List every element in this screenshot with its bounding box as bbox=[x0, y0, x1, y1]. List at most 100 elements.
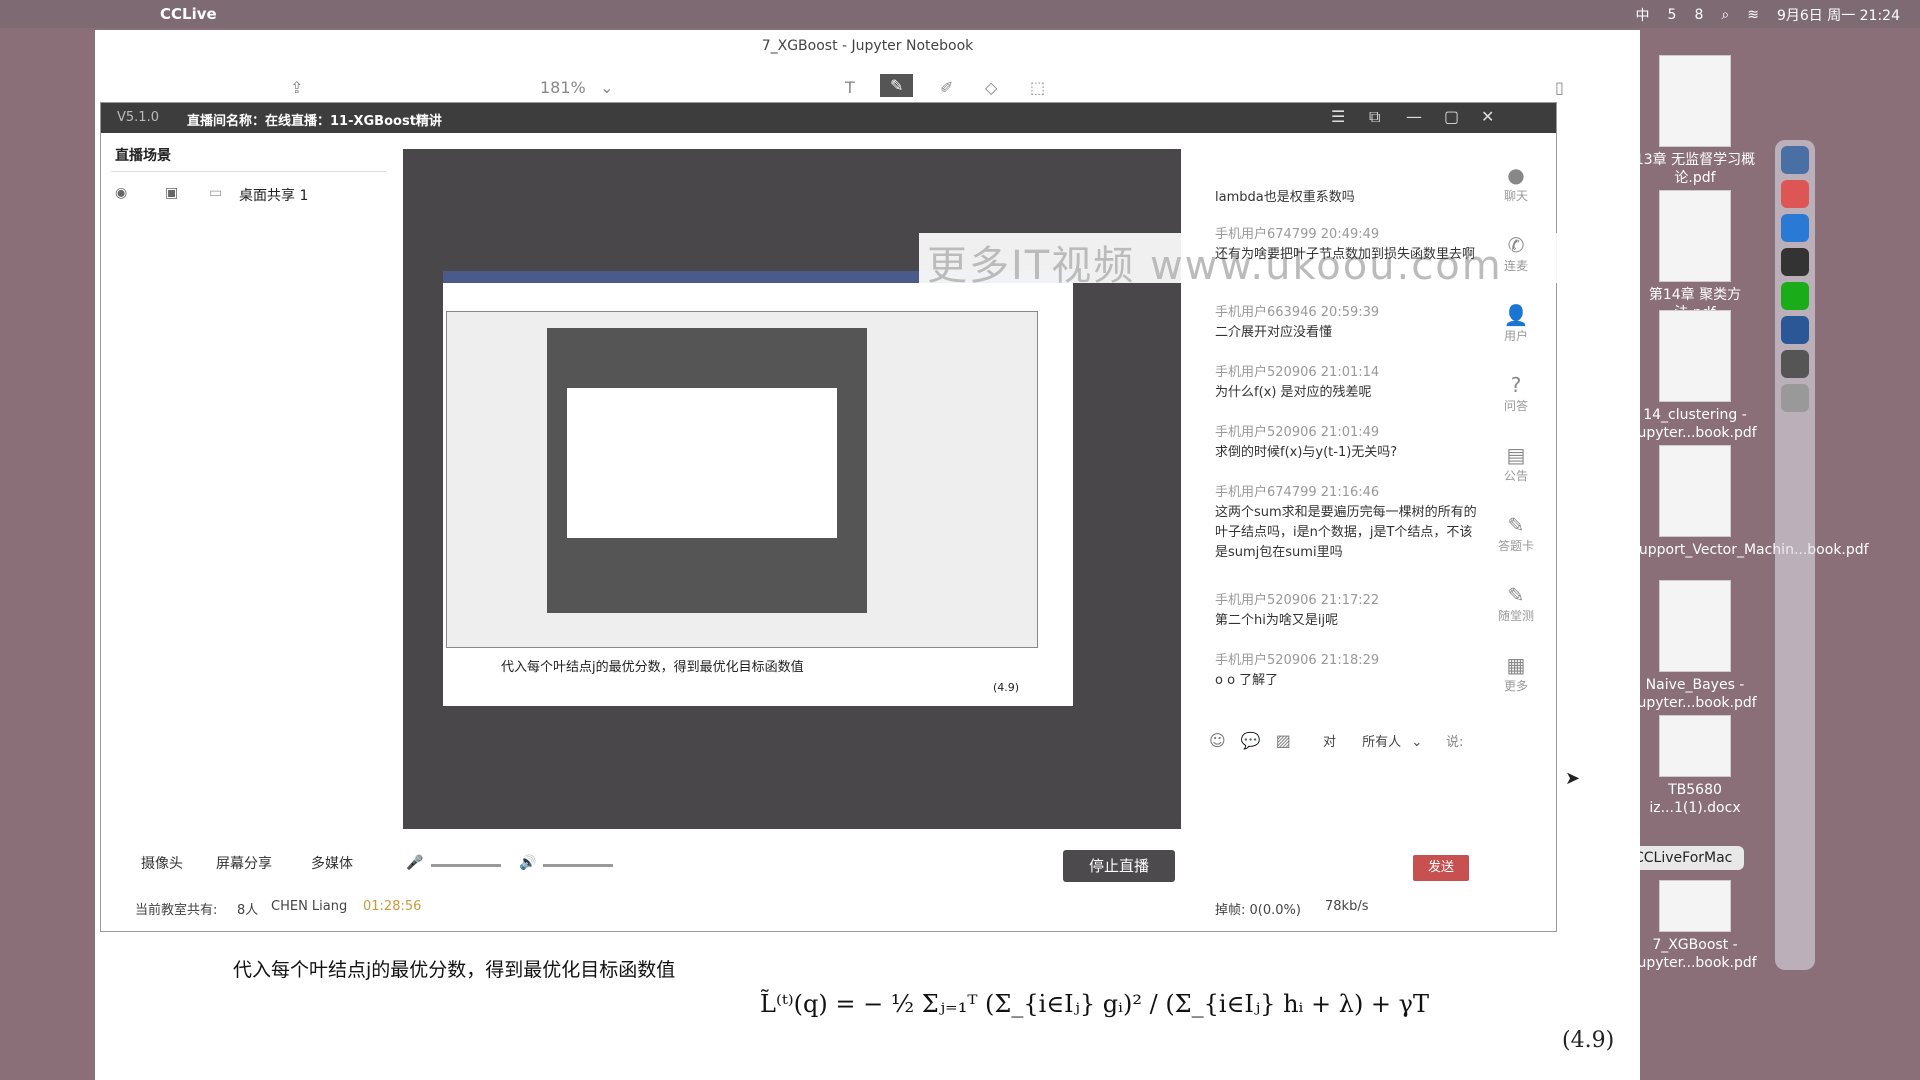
dock bbox=[1775, 140, 1815, 970]
microphone-slider[interactable] bbox=[431, 864, 501, 867]
side-nav-quiz[interactable]: ✎ 随堂测 bbox=[1486, 583, 1546, 624]
dock-app-icon[interactable] bbox=[1781, 146, 1809, 174]
document-formula: L̃⁽ᵗ⁾(q) = − ½ Σⱼ₌₁ᵀ (Σ_{i∈Iⱼ} gᵢ)² / (Σ… bbox=[760, 990, 1430, 1018]
stop-live-button[interactable]: 停止直播 bbox=[1063, 850, 1175, 882]
desktop-file[interactable]: Naive_Bayes - Jupyter...book.pdf bbox=[1630, 580, 1760, 712]
desktop-file[interactable]: 7_XGBoost - Jupyter...book.pdf bbox=[1630, 880, 1760, 972]
chat-message: 手机用户520906 21:17:22 第二个hi为啥又是ij呢 bbox=[1215, 591, 1485, 631]
scene-header: 直播场景 bbox=[115, 148, 171, 164]
speaker-icon[interactable]: 🔊 bbox=[519, 855, 536, 871]
chevron-down-icon[interactable]: ⌄ bbox=[1411, 735, 1422, 750]
dock-app-icon[interactable] bbox=[1781, 350, 1809, 378]
file-thumbnail bbox=[1659, 55, 1731, 147]
message-time: 21:01:49 bbox=[1320, 425, 1380, 440]
microphone-icon[interactable]: 🎤 bbox=[406, 855, 423, 871]
minimize-icon[interactable]: — bbox=[1406, 107, 1422, 126]
dock-app-icon[interactable] bbox=[1781, 180, 1809, 208]
preview-equation-number: (4.9) bbox=[993, 681, 1020, 694]
chat-input[interactable] bbox=[1209, 763, 1529, 833]
side-nav-label: 更多 bbox=[1503, 679, 1528, 693]
chat-tools: ☺ 💬 ▨ bbox=[1209, 731, 1291, 750]
wifi-icon[interactable]: ≋ bbox=[1747, 7, 1759, 23]
dock-app-icon[interactable] bbox=[1781, 248, 1809, 276]
highlighter-icon[interactable]: ✐ bbox=[940, 78, 953, 97]
scene-item-label: 桌面共享 1 bbox=[239, 188, 309, 204]
pen-tool-icon[interactable]: ✎ bbox=[880, 74, 914, 97]
search-icon[interactable]: ⌕ bbox=[1721, 7, 1729, 23]
chat-target: 对 所有人 ⌄ bbox=[1323, 731, 1422, 750]
file-label: 13章 无监督学习概论.pdf bbox=[1634, 152, 1756, 186]
desktop-file[interactable]: 第14章 聚类方法.pdf bbox=[1630, 190, 1760, 322]
close-icon[interactable]: ✕ bbox=[1481, 107, 1494, 126]
send-button[interactable]: 发送 bbox=[1413, 855, 1469, 881]
cclive-header: V5.1.0 直播间名称：在线直播：11-XGBoost精讲 ☰ ⧉ — ▢ ✕ bbox=[101, 103, 1556, 133]
side-nav-answer-card[interactable]: ✎ 答题卡 bbox=[1486, 513, 1546, 554]
desktop-file[interactable]: 14_clustering - Jupyter...book.pdf bbox=[1630, 310, 1760, 442]
zoom-level[interactable]: 181% bbox=[540, 78, 586, 97]
side-nav-label: 用户 bbox=[1503, 329, 1528, 343]
multimedia-button[interactable]: 多媒体 bbox=[311, 853, 353, 873]
image-icon[interactable]: ▨ bbox=[1276, 731, 1291, 750]
input-method-indicator[interactable]: 中 bbox=[1636, 5, 1650, 25]
side-nav-mic[interactable]: ✆ 连麦 bbox=[1486, 233, 1546, 274]
screen-share-button[interactable]: 屏幕分享 bbox=[216, 853, 272, 873]
menu-icon[interactable]: ☰ bbox=[1331, 107, 1345, 126]
notification-badge-1[interactable]: 5 bbox=[1668, 7, 1677, 23]
desktop-file[interactable]: 13章 无监督学习概论.pdf bbox=[1630, 55, 1760, 187]
menu-clock[interactable]: 9月6日 周一 21:24 bbox=[1777, 5, 1900, 25]
message-text: 为什么f(x) 是对应的残差呢 bbox=[1215, 385, 1372, 400]
side-nav-qa[interactable]: ? 问答 bbox=[1486, 373, 1546, 414]
chat-message: 手机用户520906 21:18:29 o o 了解了 bbox=[1215, 651, 1485, 691]
file-label: Support_Vector_Machin...book.pdf bbox=[1630, 542, 1869, 558]
eraser-icon[interactable]: ◇ bbox=[985, 78, 997, 97]
quick-reply-icon[interactable]: 💬 bbox=[1241, 731, 1261, 750]
camera-button[interactable]: 摄像头 bbox=[141, 853, 183, 873]
sidebar-toggle-icon[interactable]: ▯ bbox=[1555, 78, 1564, 97]
lock-icon[interactable]: ▣ bbox=[165, 185, 178, 201]
share-icon[interactable]: ⇪ bbox=[290, 78, 303, 97]
menu-bar: CCLive 中 5 8 ⌕ ≋ 9月6日 周一 21:24 bbox=[0, 0, 1920, 28]
text-tool-icon[interactable]: T bbox=[845, 78, 855, 97]
dock-app-icon[interactable] bbox=[1781, 214, 1809, 242]
menu-app-name[interactable]: CCLive bbox=[160, 5, 217, 23]
chat-target-select[interactable]: 所有人 bbox=[1362, 735, 1401, 750]
emoji-icon[interactable]: ☺ bbox=[1209, 731, 1226, 750]
dock-app-icon[interactable] bbox=[1781, 316, 1809, 344]
shared-screen-preview: 代入每个叶结点j的最优分数，得到最优化目标函数值 (4.9) bbox=[443, 271, 1073, 706]
users-label: 当前教室共有: bbox=[135, 903, 218, 918]
chat-message: 手机用户520906 21:01:49 求倒的时候f(x)与y(t-1)无关吗? bbox=[1215, 423, 1485, 463]
dock-app-icon[interactable] bbox=[1781, 282, 1809, 310]
chevron-down-icon[interactable]: ⌄ bbox=[600, 78, 613, 97]
preview-text: 代入每个叶结点j的最优分数，得到最优化目标函数值 bbox=[501, 660, 804, 675]
file-thumbnail bbox=[1659, 310, 1731, 402]
message-user: 手机用户520906 bbox=[1215, 365, 1317, 380]
selection-icon[interactable]: ⬚ bbox=[1030, 78, 1045, 97]
eye-icon[interactable]: ◉ bbox=[115, 185, 127, 201]
side-nav-announcement[interactable]: ▤ 公告 bbox=[1486, 443, 1546, 484]
message-time: 21:17:22 bbox=[1320, 593, 1380, 608]
bitrate: 78kb/s bbox=[1325, 899, 1369, 914]
menu-status-area: 中 5 8 ⌕ ≋ 9月6日 周一 21:24 bbox=[1636, 5, 1900, 25]
teacher-name: CHEN Liang bbox=[271, 899, 348, 914]
desktop-file[interactable]: Support_Vector_Machin...book.pdf bbox=[1630, 445, 1869, 559]
side-nav-users[interactable]: 👤 用户 bbox=[1486, 303, 1546, 344]
message-user: 手机用户520906 bbox=[1215, 653, 1317, 668]
notification-badge-2[interactable]: 8 bbox=[1694, 7, 1703, 23]
side-nav-chat[interactable]: ● 聊天 bbox=[1486, 163, 1546, 204]
maximize-icon[interactable]: ▢ bbox=[1444, 107, 1459, 126]
message-user: 手机用户663946 bbox=[1215, 305, 1317, 320]
message-time: 21:16:46 bbox=[1320, 485, 1380, 500]
volume-slider[interactable] bbox=[543, 864, 613, 867]
desktop-file[interactable]: TB5680 iz...1(1).docx bbox=[1630, 715, 1760, 817]
trash-icon[interactable] bbox=[1781, 384, 1809, 412]
file-thumbnail bbox=[1659, 880, 1731, 932]
file-label: 7_XGBoost - Jupyter...book.pdf bbox=[1633, 937, 1757, 971]
live-duration: 01:28:56 bbox=[363, 899, 422, 914]
scene-item[interactable]: ◉ ▣ ▭ 桌面共享 1 bbox=[115, 185, 385, 209]
side-nav-more[interactable]: ▦ 更多 bbox=[1486, 653, 1546, 694]
preview-video bbox=[547, 328, 867, 613]
layout-icon[interactable]: ⧉ bbox=[1369, 107, 1380, 127]
chat-message: 手机用户663946 20:59:39 二介展开对应没看懂 bbox=[1215, 303, 1485, 343]
file-thumbnail bbox=[1659, 715, 1731, 777]
message-text: lambda也是权重系数吗 bbox=[1215, 190, 1355, 205]
